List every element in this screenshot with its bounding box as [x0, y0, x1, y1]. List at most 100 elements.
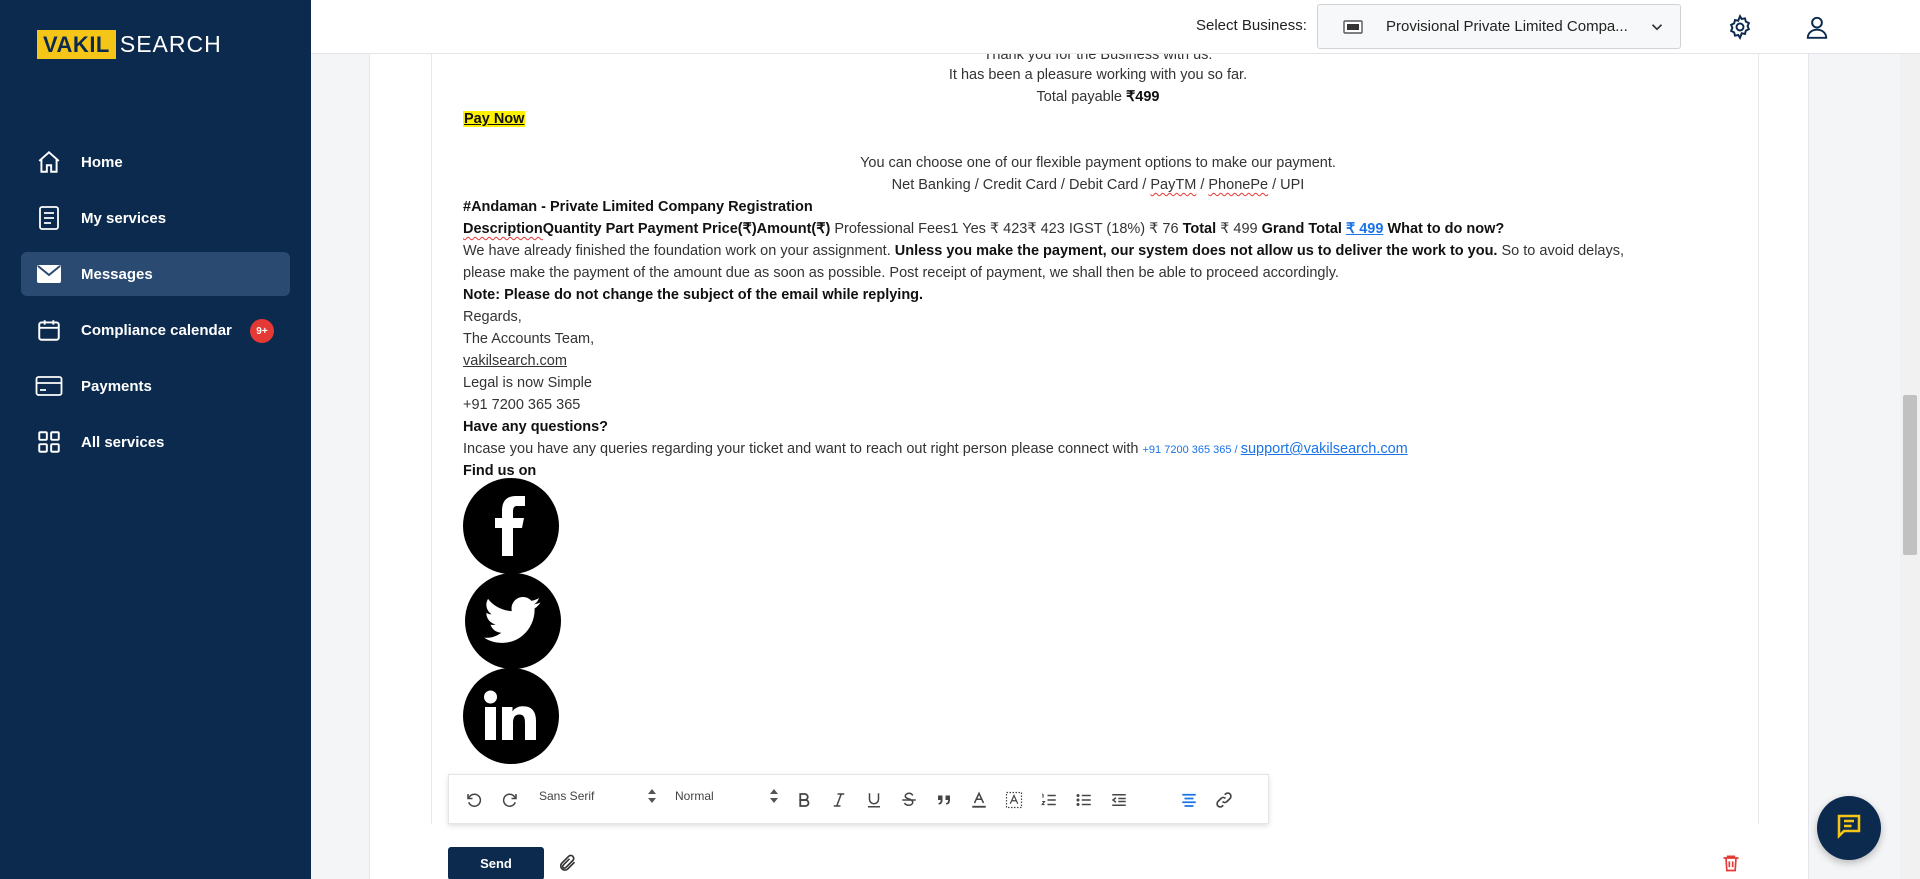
message-panel: Thank you for the Business with us. It h…: [369, 54, 1809, 879]
underline-icon[interactable]: [861, 787, 887, 813]
font-family-select[interactable]: Sans Serif: [539, 789, 594, 803]
business-select[interactable]: Provisional Private Limited Compa...: [1317, 4, 1681, 49]
site-row: vakilsearch.com: [463, 350, 567, 372]
description-header: Description: [463, 221, 543, 237]
select-business-label: Select Business:: [1196, 17, 1307, 34]
home-icon: [35, 148, 63, 176]
paragraph-text: So to avoid delays,: [1497, 243, 1625, 259]
paragraph-line-2: please make the payment of the amount du…: [463, 265, 1339, 281]
sidebar-item-label: Messages: [81, 265, 153, 283]
align-center-icon[interactable]: [1176, 787, 1202, 813]
team-line: The Accounts Team,: [463, 331, 595, 347]
chat-button[interactable]: [1817, 796, 1881, 860]
business-icon: [1342, 18, 1364, 36]
font-size-value: Normal: [675, 789, 714, 803]
total-payable-label: Total payable: [1036, 89, 1127, 105]
order-table-line: DescriptionQuantity Part Payment Price(₹…: [463, 218, 1504, 240]
bullet-list-icon[interactable]: [1071, 787, 1097, 813]
table-headers: Quantity Part Payment Price(₹)Amount(₹): [542, 221, 831, 237]
sidebar-nav: Home My services Messages Compliance cal…: [21, 140, 290, 476]
sidebar-item-all-services[interactable]: All services: [21, 420, 290, 464]
updown-icon: [769, 787, 779, 808]
ordered-list-icon[interactable]: [1036, 787, 1062, 813]
undo-icon[interactable]: [461, 787, 487, 813]
tagline-line: Legal is now Simple: [463, 375, 592, 391]
note-line: Note: Please do not change the subject o…: [463, 287, 924, 303]
scrollbar-thumb[interactable]: [1903, 395, 1917, 555]
updown-icon: [647, 787, 657, 808]
total-payable-line: Total payable ₹499: [463, 86, 1733, 108]
linkedin-icon[interactable]: [463, 668, 559, 764]
payment-options-line: You can choose one of our flexible payme…: [860, 155, 1336, 171]
outdent-icon[interactable]: [1106, 787, 1132, 813]
questions-line: Incase you have any queries regarding yo…: [463, 438, 1408, 461]
link-icon[interactable]: [1211, 787, 1237, 813]
blockquote-icon[interactable]: [931, 787, 957, 813]
top-bar: Select Business: Provisional Private Lim…: [311, 0, 1920, 54]
chat-icon: [1834, 811, 1864, 846]
sidebar-item-compliance-calendar[interactable]: Compliance calendar 9+: [21, 308, 290, 352]
mail-icon: [35, 260, 63, 288]
paragraph-text: We have already finished the foundation …: [463, 243, 895, 259]
upi-text: / UPI: [1268, 177, 1305, 193]
total-label: Total: [1182, 221, 1217, 237]
send-button[interactable]: Send: [448, 847, 544, 879]
table-row: Professional Fees1 Yes ₹ 423₹ 423 IGST (…: [830, 221, 1183, 237]
sidebar-item-label: Compliance calendar: [81, 321, 232, 339]
paperclip-icon[interactable]: [557, 852, 581, 876]
support-phone[interactable]: +91 7200 365 365 /: [1143, 444, 1241, 456]
italic-icon[interactable]: [826, 787, 852, 813]
phone-line: +91 7200 365 365: [463, 397, 581, 413]
pleasure-line: It has been a pleasure working with you …: [948, 67, 1248, 83]
facebook-icon[interactable]: [463, 478, 559, 574]
font-family-value: Sans Serif: [539, 789, 595, 803]
phonepe-text: PhonePe: [1208, 177, 1269, 193]
credit-card-icon: [35, 372, 63, 400]
grand-total-label: Grand Total: [1261, 221, 1346, 237]
bold-icon[interactable]: [791, 787, 817, 813]
paytm-text: PayTM: [1150, 177, 1197, 193]
regards-line: Regards,: [463, 309, 522, 325]
font-size-select[interactable]: Normal: [675, 789, 714, 803]
redo-icon[interactable]: [497, 787, 523, 813]
email-body: Thank you for the Business with us. It h…: [431, 54, 1759, 824]
user-icon[interactable]: [1802, 12, 1832, 42]
total-value: ₹ 499: [1216, 221, 1262, 237]
sidebar-item-label: Home: [81, 153, 123, 171]
gear-icon[interactable]: [1725, 12, 1755, 42]
sidebar-item-my-services[interactable]: My services: [21, 196, 290, 240]
total-payable-value: ₹499: [1126, 89, 1160, 105]
questions-text: Incase you have any queries regarding yo…: [463, 441, 1143, 457]
twitter-icon[interactable]: [465, 573, 561, 669]
chevron-down-icon: [1648, 18, 1666, 40]
sidebar-item-payments[interactable]: Payments: [21, 364, 290, 408]
text-color-icon[interactable]: [966, 787, 992, 813]
trash-icon[interactable]: [1721, 852, 1745, 876]
what-next-heading: What to do now?: [1383, 221, 1505, 237]
support-email-link[interactable]: support@vakilsearch.com: [1241, 441, 1408, 457]
grand-total-link[interactable]: ₹ 499: [1346, 221, 1383, 237]
payment-methods-line: Net Banking / Credit Card / Debit Card /…: [463, 174, 1733, 196]
document-list-icon: [35, 204, 63, 232]
paragraph-bold: Unless you make the payment, our system …: [894, 243, 1498, 259]
sidebar: VAKIL SEARCH Home My services Messages C…: [0, 0, 311, 879]
brand-logo[interactable]: VAKIL SEARCH: [37, 30, 222, 59]
pay-now-link[interactable]: Pay Now: [463, 111, 526, 127]
calendar-icon: [35, 316, 63, 344]
brand-logo-part1: VAKIL: [37, 30, 116, 59]
brand-logo-part2: SEARCH: [119, 31, 222, 57]
editor-toolbar: Sans Serif Normal: [448, 774, 1269, 824]
pay-now-row: Pay Now: [463, 108, 526, 130]
sidebar-item-label: Payments: [81, 377, 152, 395]
paragraph-line-1: We have already finished the foundation …: [463, 240, 1624, 262]
sidebar-item-messages[interactable]: Messages: [21, 252, 290, 296]
business-select-value: Provisional Private Limited Compa...: [1386, 18, 1628, 35]
sidebar-item-label: My services: [81, 209, 167, 227]
notification-badge: 9+: [250, 319, 274, 343]
order-title: #Andaman - Private Limited Company Regis…: [463, 199, 813, 215]
separator-text: /: [1196, 177, 1209, 193]
highlight-icon[interactable]: [1001, 787, 1027, 813]
site-link[interactable]: vakilsearch.com: [463, 353, 567, 369]
strikethrough-icon[interactable]: [896, 787, 922, 813]
sidebar-item-home[interactable]: Home: [21, 140, 290, 184]
